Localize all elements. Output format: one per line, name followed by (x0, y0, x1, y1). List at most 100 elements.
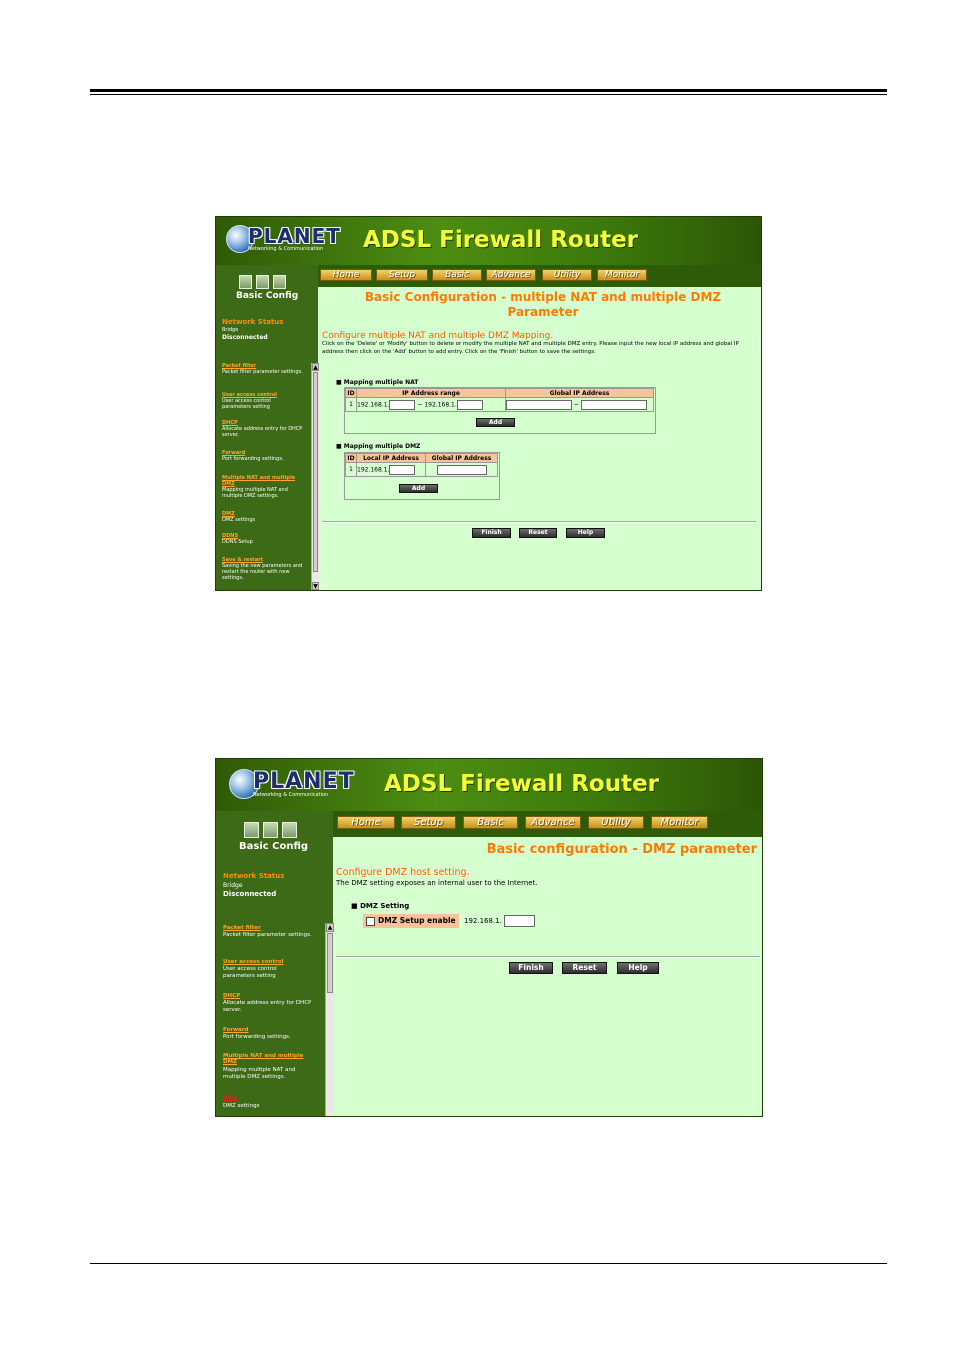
reset-button[interactable]: Reset (519, 528, 557, 538)
sidebar-link-forward[interactable]: Forward (223, 1027, 248, 1033)
nav-monitor[interactable]: Monitor (651, 816, 708, 829)
nav-home[interactable]: Home (337, 816, 395, 829)
sidebar-desc-multiple-nat: Mapping multiple NAT and multiple DMZ se… (222, 487, 288, 499)
nat-section-label: ■ Mapping multiple NAT (336, 379, 419, 386)
instructions: The DMZ setting exposes an internal user… (336, 879, 538, 887)
router-title: ADSL Firewall Router (384, 771, 660, 797)
planet-logo: PLANET Networking & Communication (226, 225, 341, 253)
sidebar-heading: Basic Config (236, 291, 299, 301)
header-rule-thin (90, 94, 887, 95)
router-title: ADSL Firewall Router (363, 227, 639, 253)
network-status-value: Disconnected (222, 334, 268, 341)
nat-table: ID IP Address range Global IP Address 1 … (345, 388, 654, 412)
sidebar-desc-dmz: DMZ settings (223, 1103, 260, 1109)
content-divider (336, 956, 760, 958)
nat-prefix-start: 192.168.1. (357, 401, 390, 408)
logo-brand: PLANET (248, 224, 341, 248)
dmz-local-input[interactable] (389, 464, 416, 475)
computer-icon (239, 275, 252, 289)
sidebar-desc-dhcp: Allocate address entry for DHCP server. (223, 1000, 312, 1013)
computer-icon (273, 275, 286, 289)
help-button[interactable]: Help (617, 962, 659, 974)
sidebar-link-dmz[interactable]: DMZ (223, 1095, 237, 1101)
finish-button[interactable]: Finish (472, 528, 511, 538)
nav-monitor[interactable]: Monitor (597, 269, 647, 281)
nav-advance[interactable]: Advance (525, 816, 581, 829)
sidebar-desc-ddns: DDNS Setup (222, 539, 253, 545)
nav-home[interactable]: Home (320, 269, 372, 281)
network-status-label: Network Status (222, 318, 284, 326)
nat-global-start-input[interactable] (506, 399, 572, 410)
dmz-add-button[interactable]: Add (399, 484, 438, 493)
nat-global-tilde: ~ (573, 401, 579, 408)
sidebar-desc-forward: Port forwarding settings. (223, 1034, 291, 1040)
dmz-global-cell (425, 462, 498, 477)
sidebar-desc-packet-filter: Packet filter parameter settings. (222, 369, 303, 375)
dmz-col-local: Local IP Address (356, 453, 426, 463)
nav-utility[interactable]: Utility (542, 269, 592, 281)
computer-icon (244, 822, 259, 838)
network-status-label: Network Status (223, 872, 285, 880)
dmz-ip-prefix: 192.168.1. (464, 917, 502, 925)
nat-add-button[interactable]: Add (476, 418, 515, 427)
sidebar-desc-user-access: User access control parameters setting (223, 966, 277, 979)
nat-global-cell: ~ (505, 397, 654, 412)
nat-start-input[interactable] (389, 399, 416, 410)
sidebar-heading: Basic Config (239, 841, 309, 852)
nat-global-end-input[interactable] (580, 399, 647, 410)
content-divider (322, 521, 756, 523)
nat-col-range: IP Address range (356, 388, 506, 398)
screenshot-dmz: PLANET Networking & Communication ADSL F… (215, 758, 763, 1117)
nat-label: Mapping multiple NAT (343, 379, 419, 386)
nav-setup[interactable]: Setup (401, 816, 456, 829)
dmz-setting-text: DMZ Setting (360, 902, 410, 910)
sidebar: Basic Config Network Status Bridge Disco… (216, 811, 333, 1116)
planet-logo: PLANET Networking & Communication (229, 769, 355, 799)
dmz-row-id: 1 (345, 462, 357, 477)
page-title: Basic configuration - DMZ parameter (486, 842, 757, 857)
nav-utility[interactable]: Utility (588, 816, 644, 829)
sidebar-link-dhcp[interactable]: DHCP (223, 993, 240, 999)
page-title: Basic Configuration - multiple NAT and m… (364, 290, 722, 319)
computer-icon (282, 822, 297, 838)
dmz-setting-label: ■ DMZ Setting (351, 902, 410, 910)
nat-col-id: ID (345, 388, 357, 398)
reset-button[interactable]: Reset (562, 962, 607, 974)
top-banner: PLANET Networking & Communication ADSL F… (216, 217, 761, 265)
footer-rule (90, 1263, 887, 1264)
nav-basic[interactable]: Basic (463, 816, 518, 829)
dmz-global-input[interactable] (436, 464, 487, 475)
sidebar-link-multiple-nat[interactable]: Multiple NAT and multiple DMZ (222, 475, 304, 487)
dmz-ip-input[interactable] (504, 915, 536, 927)
sidebar-desc-packet-filter: Packet filter parameter settings. (223, 932, 312, 938)
computer-icon (256, 275, 269, 289)
nav-basic[interactable]: Basic (432, 269, 482, 281)
computer-icon (263, 822, 278, 838)
nat-end-input[interactable] (456, 399, 483, 410)
dmz-label: Mapping multiple DMZ (343, 443, 421, 450)
dmz-enable-cell: DMZ Setup enable (363, 914, 459, 928)
nat-col-global: Global IP Address (505, 388, 654, 398)
dmz-col-global: Global IP Address (425, 453, 498, 463)
dmz-table: ID Local IP Address Global IP Address 1 … (345, 453, 498, 477)
screenshot-nat-dmz: PLANET Networking & Communication ADSL F… (215, 216, 762, 591)
sidebar-desc-dmz: DMZ settings (222, 517, 256, 523)
nat-range-tilde: ~ (417, 401, 423, 408)
sidebar-desc-save-restart: Saving the new parameters and restart th… (222, 563, 303, 581)
dmz-prefix: 192.168.1. (357, 466, 390, 473)
dmz-enable-checkbox[interactable] (366, 916, 375, 926)
help-button[interactable]: Help (566, 528, 605, 538)
sidebar-desc-dhcp: Allocate address entry for DHCP server. (222, 426, 303, 438)
sidebar-desc-forward: Port forwarding settings. (222, 456, 284, 462)
sidebar-link-user-access[interactable]: User access control (223, 959, 283, 965)
finish-button[interactable]: Finish (509, 962, 553, 974)
nav-setup[interactable]: Setup (376, 269, 428, 281)
section-heading: Configure multiple NAT and multiple DMZ … (322, 331, 554, 341)
dmz-enable-label: DMZ Setup enable (378, 916, 456, 925)
nav-advance[interactable]: Advance (486, 269, 536, 281)
nat-row-id: 1 (345, 397, 357, 412)
network-mode: Bridge (222, 327, 239, 333)
sidebar-link-multiple-nat[interactable]: Multiple NAT and multiple DMZ (223, 1053, 319, 1065)
sidebar-link-packet-filter[interactable]: Packet filter (223, 925, 261, 931)
nat-range-cell: 192.168.1. ~ 192.168.1. (356, 397, 506, 412)
